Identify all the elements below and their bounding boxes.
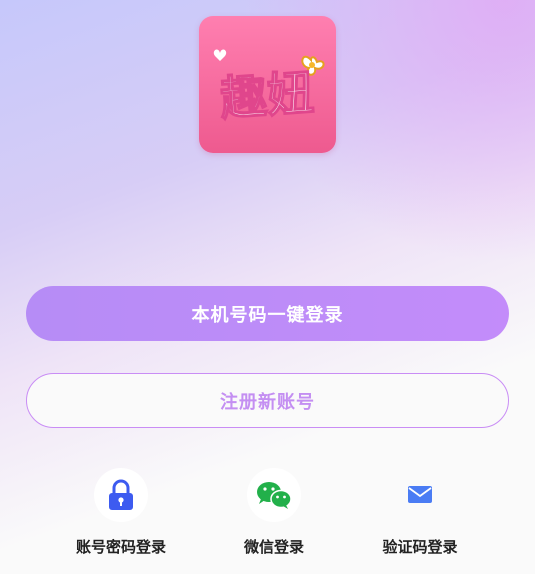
lock-icon bbox=[109, 479, 133, 510]
register-button[interactable]: 注册新账号 bbox=[26, 373, 509, 428]
heart-icon bbox=[213, 49, 227, 61]
code-login-option[interactable]: 验证码登录 bbox=[355, 468, 485, 557]
wechat-login-icon-circle bbox=[247, 468, 301, 522]
password-login-label: 账号密码登录 bbox=[75, 538, 166, 556]
app-logo: 趣妞 bbox=[199, 16, 336, 153]
mail-icon bbox=[408, 486, 432, 503]
password-login-icon-circle bbox=[94, 468, 148, 522]
code-login-label: 验证码登录 bbox=[382, 538, 458, 556]
logo-text: 趣妞 bbox=[218, 66, 316, 127]
password-login-option[interactable]: 账号密码登录 bbox=[56, 468, 186, 557]
one-click-login-button[interactable]: 本机号码一键登录 bbox=[26, 286, 509, 341]
logo-graphic: 趣妞 bbox=[213, 49, 325, 128]
wechat-login-label: 微信登录 bbox=[243, 538, 304, 556]
wechat-login-option[interactable]: 微信登录 bbox=[209, 468, 339, 557]
wechat-icon bbox=[257, 482, 292, 509]
code-login-icon-circle bbox=[393, 468, 447, 522]
